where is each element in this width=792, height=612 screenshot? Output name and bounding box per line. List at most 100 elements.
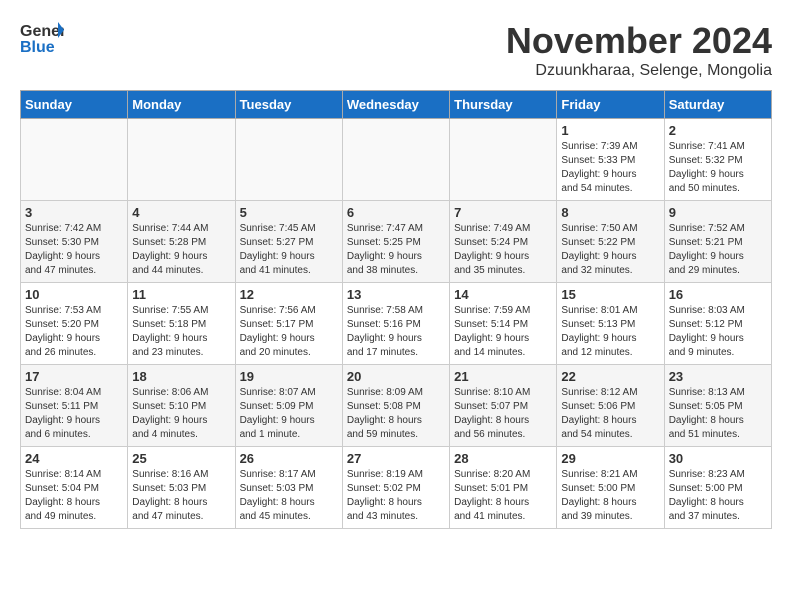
day-info: Sunrise: 8:14 AM Sunset: 5:04 PM Dayligh… bbox=[25, 468, 123, 524]
calendar-cell: 21 Sunrise: 8:10 AM Sunset: 5:07 PM Dayli… bbox=[450, 365, 557, 447]
day-number: 2 bbox=[669, 123, 767, 138]
calendar-table: SundayMondayTuesdayWednesdayThursdayFrid… bbox=[20, 90, 772, 529]
day-number: 18 bbox=[132, 369, 230, 384]
calendar-cell: 25 Sunrise: 8:16 AM Sunset: 5:03 PM Dayli… bbox=[128, 447, 235, 529]
day-info: Sunrise: 7:52 AM Sunset: 5:21 PM Dayligh… bbox=[669, 222, 767, 278]
day-number: 14 bbox=[454, 287, 552, 302]
day-number: 8 bbox=[561, 205, 659, 220]
day-info: Sunrise: 7:58 AM Sunset: 5:16 PM Dayligh… bbox=[347, 304, 445, 360]
day-info: Sunrise: 8:10 AM Sunset: 5:07 PM Dayligh… bbox=[454, 386, 552, 442]
day-info: Sunrise: 8:16 AM Sunset: 5:03 PM Dayligh… bbox=[132, 468, 230, 524]
calendar-cell: 27 Sunrise: 8:19 AM Sunset: 5:02 PM Dayli… bbox=[342, 447, 449, 529]
calendar-cell: 14Sunrise: 7:59 AM Sunset: 5:14 PM Dayli… bbox=[450, 283, 557, 365]
day-number: 11 bbox=[132, 287, 230, 302]
calendar-week-4: 17Sunrise: 8:04 AM Sunset: 5:11 PM Dayli… bbox=[21, 365, 772, 447]
day-number: 15 bbox=[561, 287, 659, 302]
calendar-week-3: 10Sunrise: 7:53 AM Sunset: 5:20 PM Dayli… bbox=[21, 283, 772, 365]
day-info: Sunrise: 7:41 AM Sunset: 5:32 PM Dayligh… bbox=[669, 140, 767, 196]
calendar-header-sunday: Sunday bbox=[21, 91, 128, 119]
day-info: Sunrise: 8:20 AM Sunset: 5:01 PM Dayligh… bbox=[454, 468, 552, 524]
logo: General Blue bbox=[20, 20, 64, 56]
calendar-cell: 16 Sunrise: 8:03 AM Sunset: 5:12 PM Dayli… bbox=[664, 283, 771, 365]
day-number: 16 bbox=[669, 287, 767, 302]
day-info: Sunrise: 7:47 AM Sunset: 5:25 PM Dayligh… bbox=[347, 222, 445, 278]
day-number: 19 bbox=[240, 369, 338, 384]
calendar-cell: 8 Sunrise: 7:50 AM Sunset: 5:22 PM Daylig… bbox=[557, 201, 664, 283]
day-info: Sunrise: 8:19 AM Sunset: 5:02 PM Dayligh… bbox=[347, 468, 445, 524]
svg-text:General: General bbox=[20, 23, 64, 40]
calendar-cell: 22 Sunrise: 8:12 AM Sunset: 5:06 PM Dayli… bbox=[557, 365, 664, 447]
day-number: 4 bbox=[132, 205, 230, 220]
calendar-week-1: 1 Sunrise: 7:39 AM Sunset: 5:33 PM Daylig… bbox=[21, 119, 772, 201]
calendar-cell: 23 Sunrise: 8:13 AM Sunset: 5:05 PM Dayli… bbox=[664, 365, 771, 447]
day-number: 20 bbox=[347, 369, 445, 384]
calendar-cell: 4Sunrise: 7:44 AM Sunset: 5:28 PM Daylig… bbox=[128, 201, 235, 283]
day-number: 9 bbox=[669, 205, 767, 220]
calendar-cell: 10Sunrise: 7:53 AM Sunset: 5:20 PM Dayli… bbox=[21, 283, 128, 365]
day-number: 6 bbox=[347, 205, 445, 220]
day-info: Sunrise: 8:03 AM Sunset: 5:12 PM Dayligh… bbox=[669, 304, 767, 360]
day-info: Sunrise: 7:50 AM Sunset: 5:22 PM Dayligh… bbox=[561, 222, 659, 278]
day-number: 24 bbox=[25, 451, 123, 466]
calendar-header-friday: Friday bbox=[557, 91, 664, 119]
day-number: 30 bbox=[669, 451, 767, 466]
calendar-cell: 11 Sunrise: 7:55 AM Sunset: 5:18 PM Dayli… bbox=[128, 283, 235, 365]
calendar-cell: 28 Sunrise: 8:20 AM Sunset: 5:01 PM Dayli… bbox=[450, 447, 557, 529]
calendar-cell: 6 Sunrise: 7:47 AM Sunset: 5:25 PM Daylig… bbox=[342, 201, 449, 283]
calendar-cell: 26Sunrise: 8:17 AM Sunset: 5:03 PM Dayli… bbox=[235, 447, 342, 529]
day-number: 22 bbox=[561, 369, 659, 384]
calendar-cell: 1 Sunrise: 7:39 AM Sunset: 5:33 PM Daylig… bbox=[557, 119, 664, 201]
day-info: Sunrise: 8:06 AM Sunset: 5:10 PM Dayligh… bbox=[132, 386, 230, 442]
calendar-cell: 12 Sunrise: 7:56 AM Sunset: 5:17 PM Dayli… bbox=[235, 283, 342, 365]
calendar-header-saturday: Saturday bbox=[664, 91, 771, 119]
day-info: Sunrise: 7:42 AM Sunset: 5:30 PM Dayligh… bbox=[25, 222, 123, 278]
day-number: 27 bbox=[347, 451, 445, 466]
day-info: Sunrise: 8:12 AM Sunset: 5:06 PM Dayligh… bbox=[561, 386, 659, 442]
day-number: 23 bbox=[669, 369, 767, 384]
calendar-cell bbox=[235, 119, 342, 201]
day-info: Sunrise: 8:07 AM Sunset: 5:09 PM Dayligh… bbox=[240, 386, 338, 442]
calendar-cell bbox=[128, 119, 235, 201]
day-info: Sunrise: 8:13 AM Sunset: 5:05 PM Dayligh… bbox=[669, 386, 767, 442]
calendar-cell: 17Sunrise: 8:04 AM Sunset: 5:11 PM Dayli… bbox=[21, 365, 128, 447]
day-info: Sunrise: 7:45 AM Sunset: 5:27 PM Dayligh… bbox=[240, 222, 338, 278]
day-number: 17 bbox=[25, 369, 123, 384]
calendar-week-5: 24 Sunrise: 8:14 AM Sunset: 5:04 PM Dayli… bbox=[21, 447, 772, 529]
calendar-cell: 15 Sunrise: 8:01 AM Sunset: 5:13 PM Dayli… bbox=[557, 283, 664, 365]
day-info: Sunrise: 7:56 AM Sunset: 5:17 PM Dayligh… bbox=[240, 304, 338, 360]
day-number: 12 bbox=[240, 287, 338, 302]
page-header: General Blue November 2024 Dzuunkharaa, … bbox=[20, 20, 772, 80]
calendar-cell bbox=[342, 119, 449, 201]
svg-text:Blue: Blue bbox=[20, 39, 55, 56]
day-number: 25 bbox=[132, 451, 230, 466]
calendar-cell: 18 Sunrise: 8:06 AM Sunset: 5:10 PM Dayli… bbox=[128, 365, 235, 447]
calendar-cell: 24 Sunrise: 8:14 AM Sunset: 5:04 PM Dayli… bbox=[21, 447, 128, 529]
calendar-body: 1 Sunrise: 7:39 AM Sunset: 5:33 PM Daylig… bbox=[21, 119, 772, 529]
calendar-header-row: SundayMondayTuesdayWednesdayThursdayFrid… bbox=[21, 91, 772, 119]
calendar-header-wednesday: Wednesday bbox=[342, 91, 449, 119]
day-info: Sunrise: 7:55 AM Sunset: 5:18 PM Dayligh… bbox=[132, 304, 230, 360]
day-info: Sunrise: 8:01 AM Sunset: 5:13 PM Dayligh… bbox=[561, 304, 659, 360]
day-info: Sunrise: 8:21 AM Sunset: 5:00 PM Dayligh… bbox=[561, 468, 659, 524]
day-number: 28 bbox=[454, 451, 552, 466]
day-number: 13 bbox=[347, 287, 445, 302]
calendar-cell: 2 Sunrise: 7:41 AM Sunset: 5:32 PM Daylig… bbox=[664, 119, 771, 201]
logo-icon: General Blue bbox=[20, 20, 64, 56]
day-number: 1 bbox=[561, 123, 659, 138]
day-number: 26 bbox=[240, 451, 338, 466]
calendar-cell: 9 Sunrise: 7:52 AM Sunset: 5:21 PM Daylig… bbox=[664, 201, 771, 283]
calendar-cell: 29 Sunrise: 8:21 AM Sunset: 5:00 PM Dayli… bbox=[557, 447, 664, 529]
day-info: Sunrise: 7:53 AM Sunset: 5:20 PM Dayligh… bbox=[25, 304, 123, 360]
calendar-cell: 30Sunrise: 8:23 AM Sunset: 5:00 PM Dayli… bbox=[664, 447, 771, 529]
calendar-cell: 7Sunrise: 7:49 AM Sunset: 5:24 PM Daylig… bbox=[450, 201, 557, 283]
calendar-cell: 20 Sunrise: 8:09 AM Sunset: 5:08 PM Dayli… bbox=[342, 365, 449, 447]
calendar-header-thursday: Thursday bbox=[450, 91, 557, 119]
day-number: 29 bbox=[561, 451, 659, 466]
day-info: Sunrise: 7:39 AM Sunset: 5:33 PM Dayligh… bbox=[561, 140, 659, 196]
month-title: November 2024 bbox=[506, 20, 772, 62]
day-number: 21 bbox=[454, 369, 552, 384]
day-info: Sunrise: 8:09 AM Sunset: 5:08 PM Dayligh… bbox=[347, 386, 445, 442]
calendar-header-monday: Monday bbox=[128, 91, 235, 119]
title-section: November 2024 Dzuunkharaa, Selenge, Mong… bbox=[506, 20, 772, 80]
calendar-cell bbox=[450, 119, 557, 201]
